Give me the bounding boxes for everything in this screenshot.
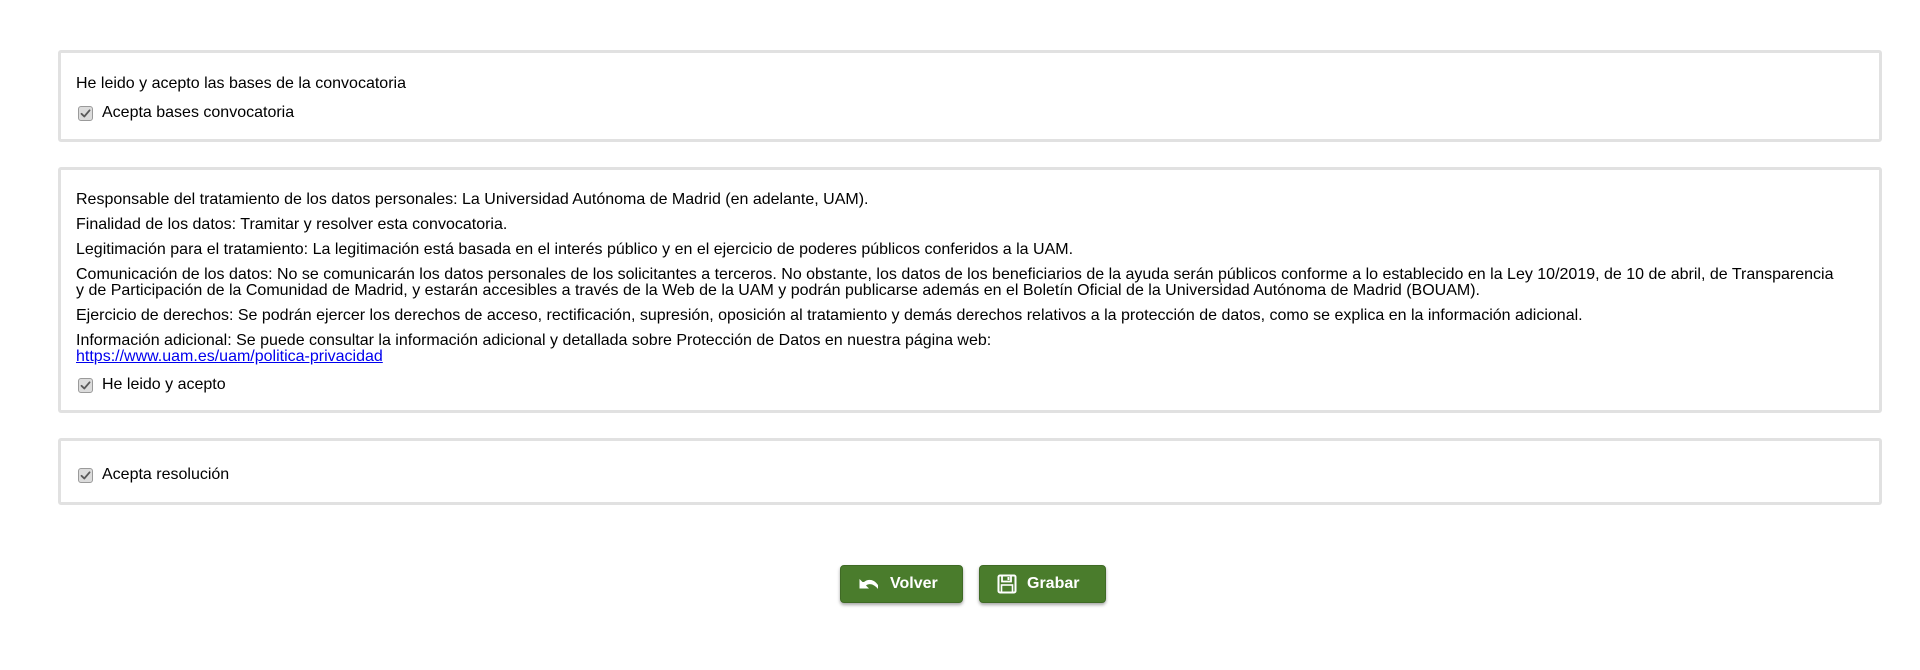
- privacy-checkbox-label[interactable]: He leido y acepto: [102, 377, 226, 393]
- bases-statement: He leido y acepto las bases de la convoc…: [76, 75, 406, 92]
- privacy-checkbox[interactable]: [78, 377, 93, 393]
- back-button[interactable]: Volver: [840, 565, 963, 603]
- resolucion-checkbox-label[interactable]: Acepta resolución: [102, 467, 229, 483]
- privacy-comunicacion: Comunicación de los datos: No se comunic…: [76, 266, 1834, 299]
- checkmark-icon: [80, 470, 91, 479]
- bases-checkbox[interactable]: [78, 105, 93, 121]
- privacy-informacion-block: Información adicional: Se puede consulta…: [76, 333, 1839, 365]
- bases-panel: He leido y acepto las bases de la convoc…: [58, 50, 1882, 142]
- privacy-panel: Responsable del tratamiento de los datos…: [58, 167, 1882, 413]
- bases-checkbox-label[interactable]: Acepta bases convocatoria: [102, 105, 294, 121]
- save-button[interactable]: Grabar: [979, 565, 1106, 603]
- form-page: He leido y acepto las bases de la convoc…: [0, 0, 1920, 670]
- resolucion-checkbox[interactable]: [78, 467, 93, 483]
- checkmark-icon: [80, 108, 91, 117]
- privacy-legitimacion: Legitimación para el tratamiento: La leg…: [76, 241, 1074, 258]
- resolucion-panel: Acepta resolución: [58, 438, 1882, 505]
- floppy-disk-icon: [997, 574, 1017, 594]
- privacy-finalidad: Finalidad de los datos: Tramitar y resol…: [76, 216, 508, 233]
- privacy-checkbox-row[interactable]: He leido y acepto: [78, 377, 226, 393]
- privacy-ejercicio: Ejercicio de derechos: Se podrán ejercer…: [76, 307, 1583, 324]
- save-button-label: Grabar: [1027, 575, 1080, 592]
- privacy-informacion: Información adicional: Se puede consulta…: [76, 332, 992, 349]
- back-button-label: Volver: [890, 575, 938, 592]
- undo-icon: [858, 576, 880, 592]
- action-bar: Volver Grabar: [0, 565, 1920, 605]
- resolucion-checkbox-row[interactable]: Acepta resolución: [78, 467, 229, 483]
- bases-checkbox-row[interactable]: Acepta bases convocatoria: [78, 105, 294, 121]
- privacy-policy-link[interactable]: https://www.uam.es/uam/politica-privacid…: [76, 348, 383, 365]
- checkmark-icon: [80, 380, 91, 389]
- privacy-responsable: Responsable del tratamiento de los datos…: [76, 191, 869, 208]
